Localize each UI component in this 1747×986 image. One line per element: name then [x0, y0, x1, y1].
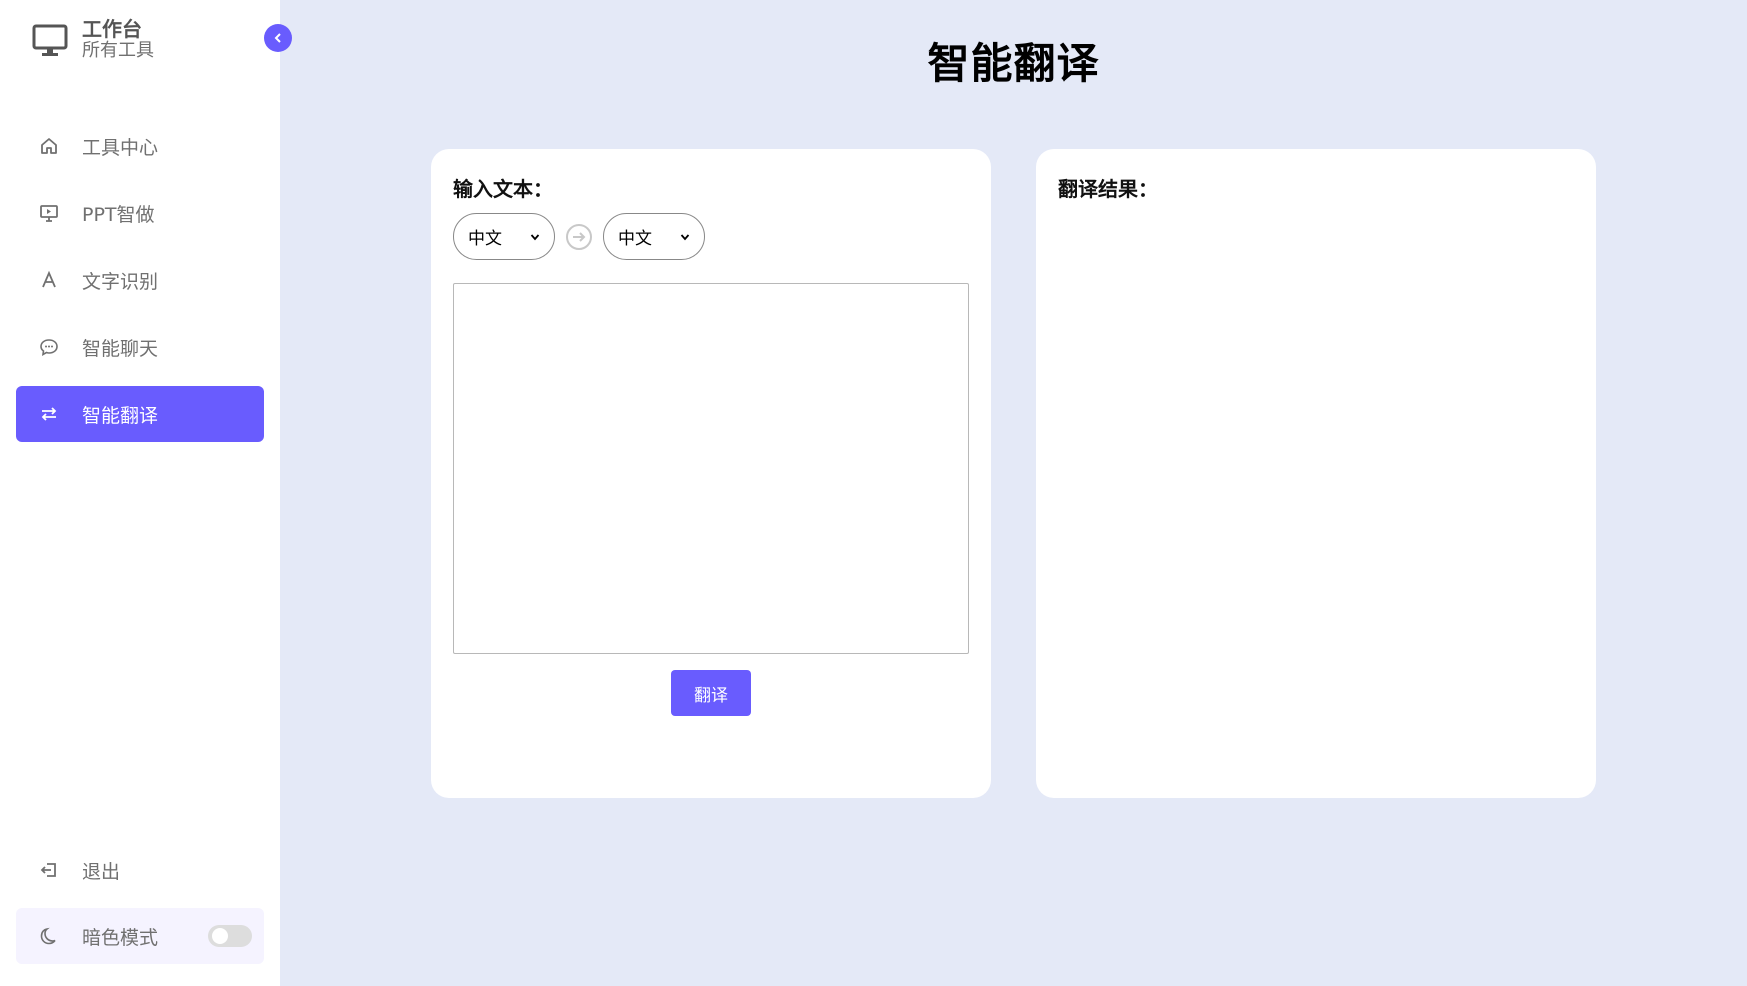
dark-mode-label: 暗色模式 — [82, 926, 159, 949]
source-text-input[interactable] — [453, 283, 969, 654]
sidebar-item-tool-center[interactable]: 工具中心 — [16, 118, 264, 174]
logout-label: 退出 — [82, 860, 121, 883]
chat-bubble-icon — [16, 337, 82, 357]
sidebar-item-label: PPT智做 — [82, 203, 155, 226]
brand-subtitle: 所有工具 — [82, 40, 154, 61]
sidebar-item-label: 工具中心 — [82, 136, 159, 159]
brand-title: 工作台 — [82, 17, 142, 41]
sidebar-item-label: 智能翻译 — [82, 404, 159, 427]
dark-mode-toggle[interactable] — [208, 925, 252, 947]
presentation-icon — [16, 203, 82, 223]
chevron-down-icon — [680, 227, 690, 247]
chevron-down-icon — [530, 227, 540, 247]
sidebar-item-ppt[interactable]: PPT智做 — [16, 185, 264, 241]
target-language-select[interactable]: 中文 — [603, 213, 705, 260]
source-language-select[interactable]: 中文 — [453, 213, 555, 260]
result-label: 翻译结果： — [1058, 177, 1158, 201]
monitor-icon — [32, 22, 68, 58]
app-root: 工作台 所有工具 工具中心 PPT智做 文字识别 智能聊天 智能翻译 退出 暗色… — [0, 0, 1747, 986]
sidebar-item-label: 智能聊天 — [82, 337, 159, 360]
sidebar-nav: 工具中心 PPT智做 文字识别 智能聊天 智能翻译 — [16, 118, 264, 453]
home-icon — [16, 136, 82, 156]
logout-button[interactable]: 退出 — [16, 842, 264, 898]
target-language-value: 中文 — [618, 229, 652, 249]
sidebar-item-translate[interactable]: 智能翻译 — [16, 386, 264, 442]
chevron-left-icon — [272, 29, 284, 48]
text-a-icon — [16, 270, 82, 290]
logout-icon — [16, 860, 82, 880]
sidebar-collapse-button[interactable] — [264, 24, 292, 52]
result-card: 翻译结果： — [1036, 149, 1596, 798]
input-card: 输入文本： 中文 中文 翻译 — [431, 149, 991, 798]
source-language-value: 中文 — [468, 229, 502, 249]
translate-button[interactable]: 翻译 — [671, 670, 751, 716]
page-title: 智能翻译 — [927, 39, 1100, 88]
input-label: 输入文本： — [453, 177, 553, 201]
sidebar-item-label: 文字识别 — [82, 270, 159, 293]
sidebar-item-ocr[interactable]: 文字识别 — [16, 252, 264, 308]
language-selector-row: 中文 中文 — [453, 213, 705, 260]
sidebar: 工作台 所有工具 工具中心 PPT智做 文字识别 智能聊天 智能翻译 退出 暗色… — [0, 0, 292, 986]
moon-icon — [16, 926, 82, 946]
sidebar-item-chat[interactable]: 智能聊天 — [16, 319, 264, 375]
dark-mode-row: 暗色模式 — [16, 908, 264, 964]
arrow-right-circle-icon[interactable] — [565, 223, 593, 251]
brand: 工作台 所有工具 — [32, 18, 154, 62]
swap-arrows-icon — [16, 404, 82, 424]
